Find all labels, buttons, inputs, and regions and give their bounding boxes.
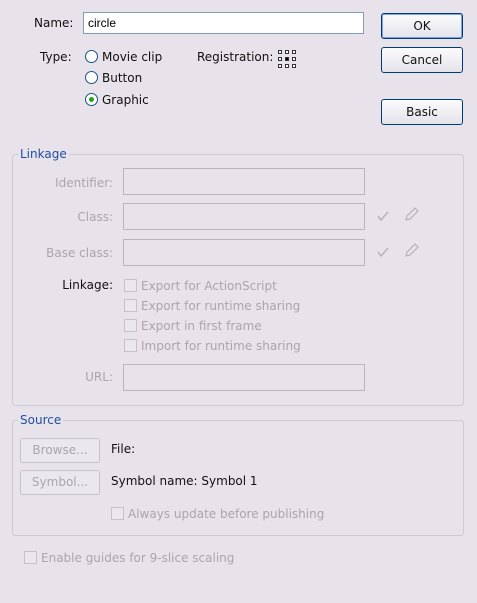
linkage-options-label: Linkage: — [62, 278, 113, 292]
registration-label: Registration: — [197, 50, 274, 64]
registration-grid-icon[interactable] — [278, 50, 298, 70]
file-label: File: — [111, 442, 136, 456]
checkbox-9-slice-guides[interactable] — [24, 551, 37, 564]
symbol-button[interactable]: Symbol... — [20, 470, 100, 495]
checkbox-export-first-frame[interactable] — [124, 319, 137, 332]
base-class-label: Base class: — [46, 246, 113, 260]
identifier-label: Identifier: — [55, 176, 113, 190]
checkbox-export-runtime-sharing[interactable] — [124, 299, 137, 312]
checkbox-9-slice-guides-label[interactable]: Enable guides for 9-slice scaling — [41, 551, 234, 565]
checkbox-import-runtime-sharing-label[interactable]: Import for runtime sharing — [141, 339, 301, 353]
pencil-icon[interactable] — [403, 243, 419, 259]
url-label: URL: — [85, 370, 113, 384]
symbol-name-text: Symbol name: Symbol 1 — [111, 474, 258, 488]
checkbox-export-actionscript[interactable] — [124, 279, 137, 292]
checkbox-import-runtime-sharing[interactable] — [124, 339, 137, 352]
basic-button[interactable]: Basic — [381, 99, 463, 125]
radio-selected-dot — [89, 97, 94, 102]
pencil-icon[interactable] — [403, 207, 419, 223]
name-label: Name: — [34, 16, 74, 30]
checkbox-export-runtime-sharing-label[interactable]: Export for runtime sharing — [141, 299, 300, 313]
checkbox-export-actionscript-label[interactable]: Export for ActionScript — [141, 279, 277, 293]
browse-button[interactable]: Browse... — [20, 438, 100, 463]
linkage-legend: Linkage — [18, 147, 69, 161]
checkbox-always-update-label[interactable]: Always update before publishing — [128, 507, 324, 521]
radio-graphic-label[interactable]: Graphic — [102, 93, 149, 107]
class-label: Class: — [77, 210, 113, 224]
radio-button[interactable] — [85, 71, 98, 84]
checkmark-icon[interactable] — [376, 245, 390, 259]
radio-button-label[interactable]: Button — [102, 71, 142, 85]
radio-movie-clip[interactable] — [85, 50, 98, 63]
name-input[interactable] — [83, 12, 364, 34]
identifier-input[interactable] — [123, 168, 365, 195]
radio-graphic[interactable] — [85, 93, 98, 106]
class-input[interactable] — [123, 203, 365, 230]
checkbox-always-update[interactable] — [111, 507, 124, 520]
type-label: Type: — [40, 50, 72, 64]
checkbox-export-first-frame-label[interactable]: Export in first frame — [141, 319, 262, 333]
radio-movie-clip-label[interactable]: Movie clip — [102, 50, 162, 64]
ok-button[interactable]: OK — [381, 13, 463, 39]
source-legend: Source — [18, 413, 64, 427]
url-input[interactable] — [123, 364, 365, 391]
checkmark-icon[interactable] — [376, 209, 390, 223]
base-class-input[interactable] — [123, 239, 365, 266]
cancel-button[interactable]: Cancel — [381, 47, 463, 73]
